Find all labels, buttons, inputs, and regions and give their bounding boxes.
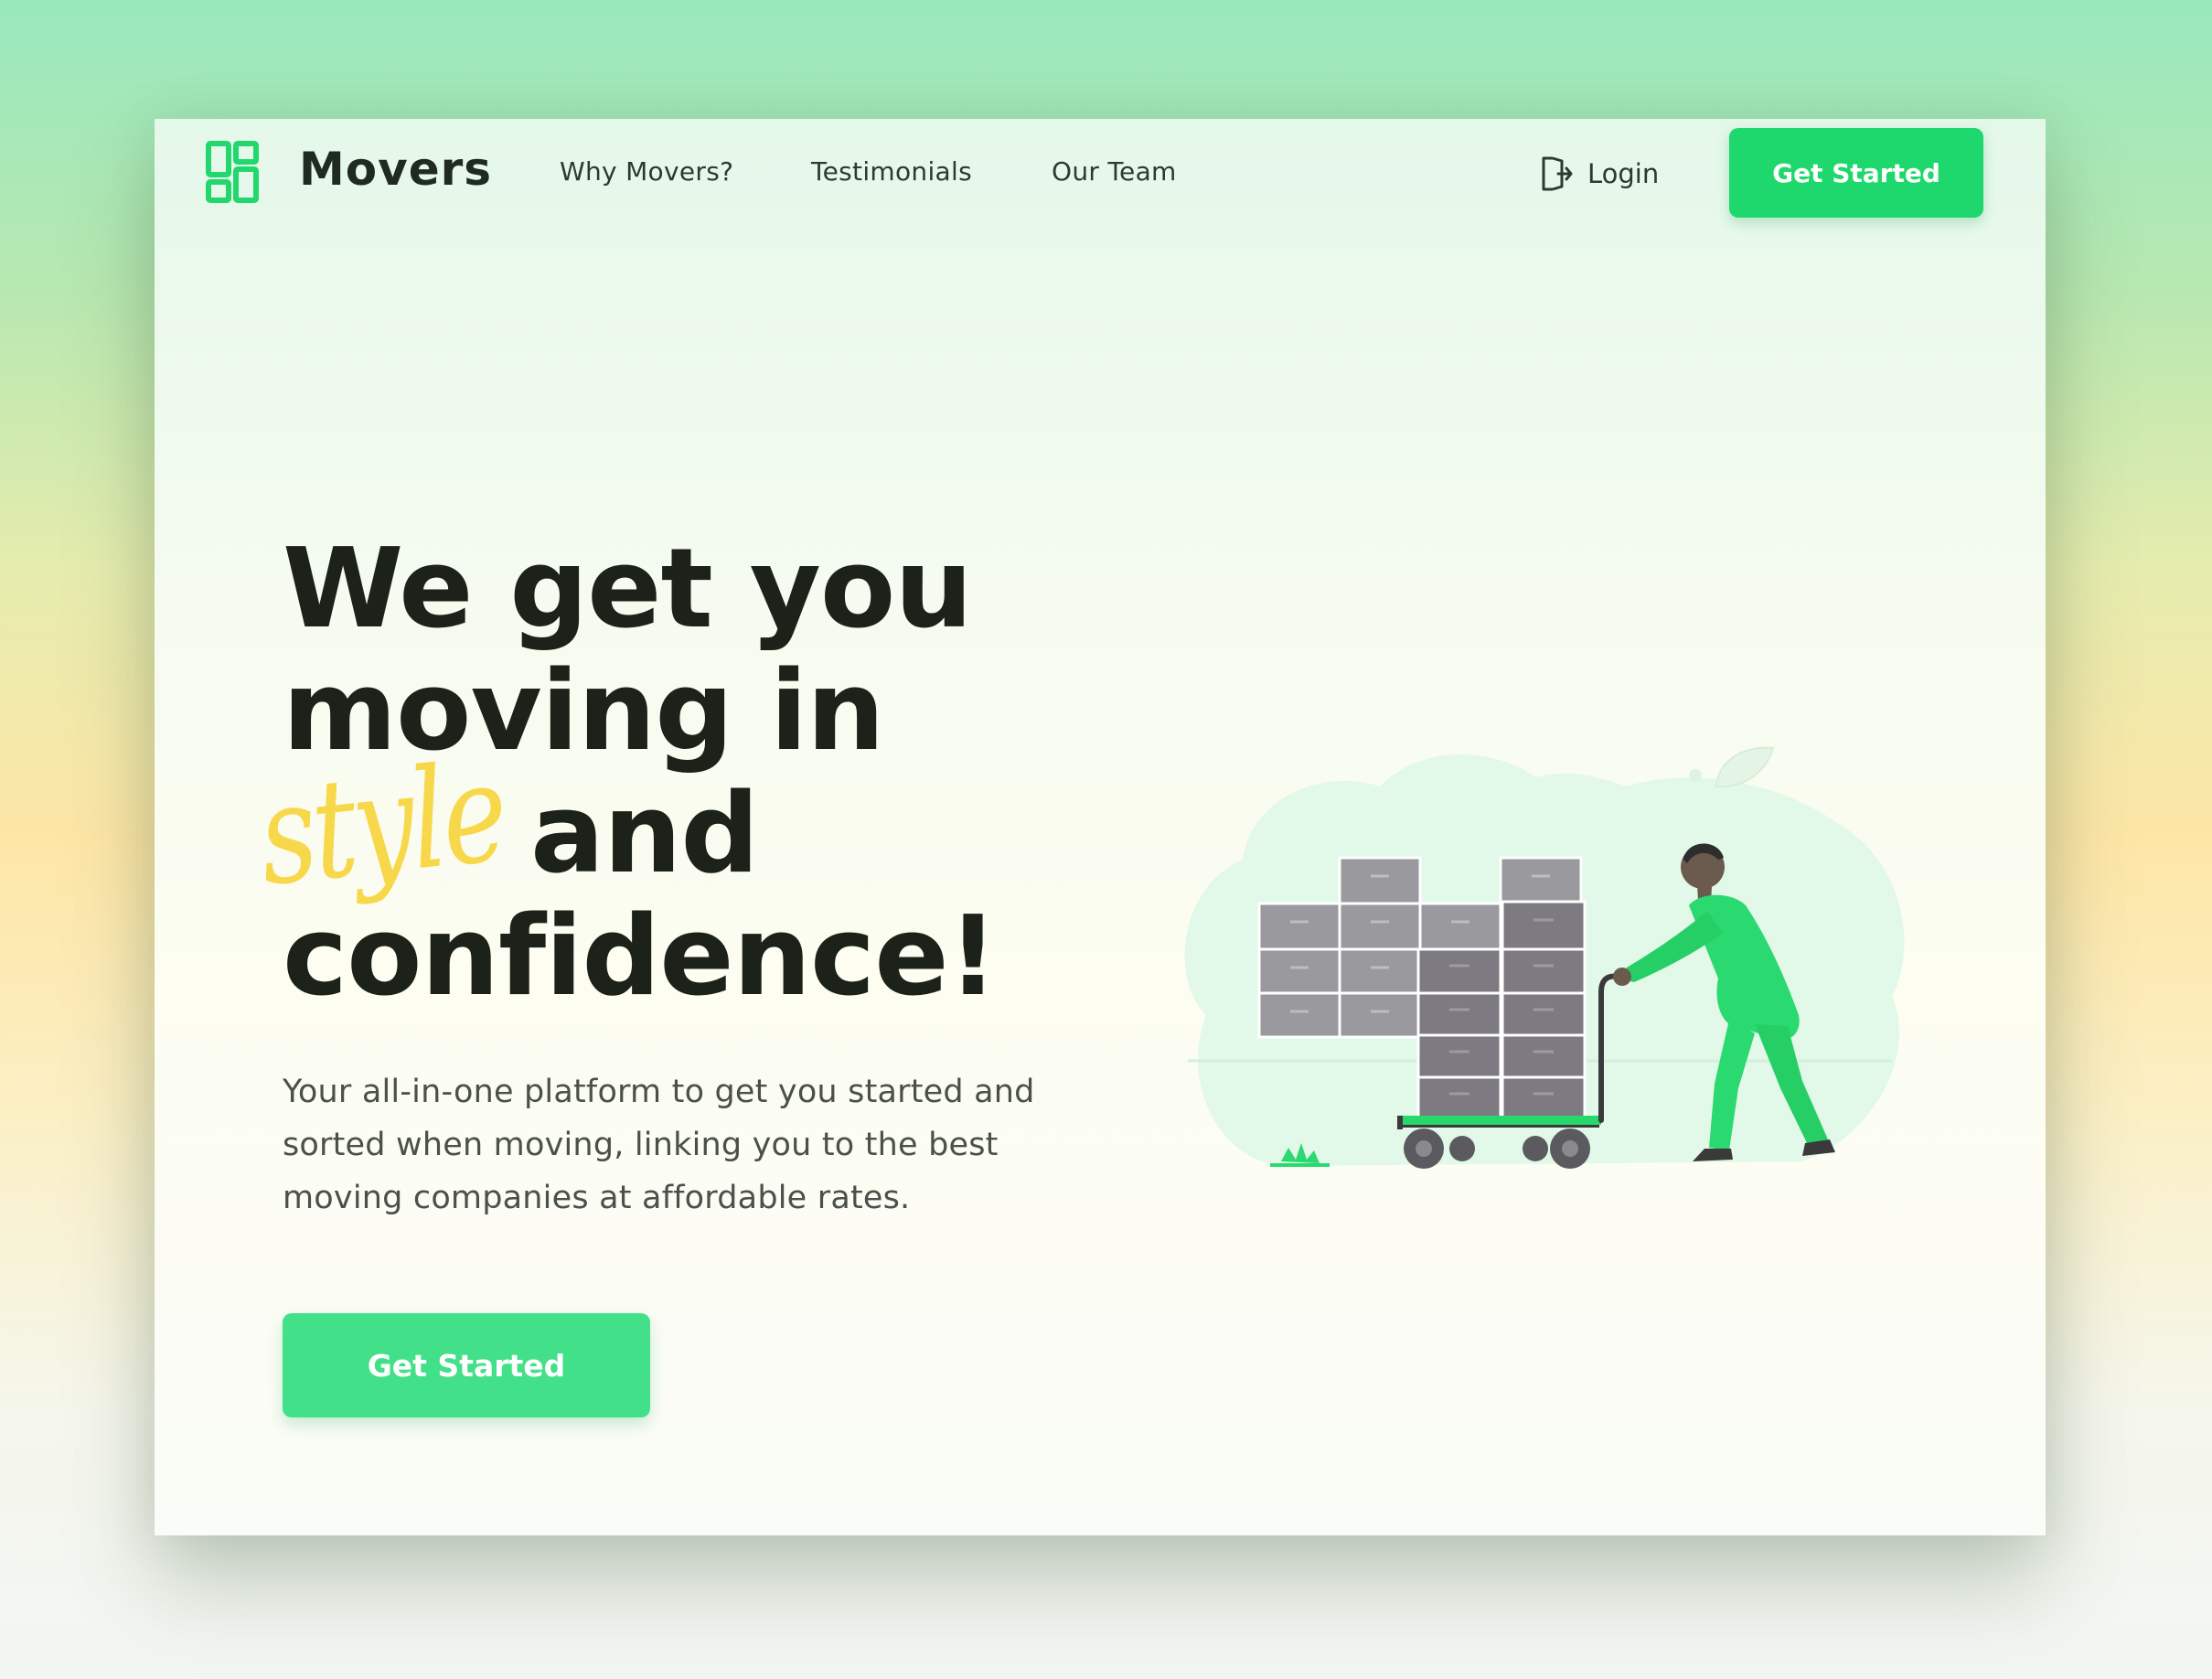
nav-link-why-movers[interactable]: Why Movers? [560, 159, 733, 185]
hero-subtext: Your all-in-one platform to get you star… [283, 1074, 1035, 1216]
sign-in-icon [1542, 156, 1573, 191]
hero-get-started-button[interactable]: Get Started [283, 1313, 650, 1417]
headline-line-3-rest: and [530, 771, 759, 898]
grid-layout-icon[interactable] [206, 141, 259, 203]
headline-script-word: style [251, 733, 512, 917]
nav-get-started-button[interactable]: Get Started [1729, 128, 1983, 218]
brand-name[interactable]: Movers [299, 146, 492, 192]
nav-link-our-team[interactable]: Our Team [1052, 159, 1177, 185]
login-link[interactable]: Login [1540, 155, 1659, 192]
mover-illustration [1184, 746, 1905, 1169]
headline-line-3: style and [252, 733, 997, 917]
headline-line-1: We get you [283, 526, 973, 653]
nav-link-testimonials[interactable]: Testimonials [811, 159, 972, 185]
headline-line-4: confidence! [283, 893, 998, 1021]
hero-headline: We get you moving in style and confidence… [252, 526, 999, 1021]
login-label: Login [1587, 157, 1660, 189]
landing-page: Movers Why Movers? Testimonials Our Team… [155, 119, 2046, 1535]
